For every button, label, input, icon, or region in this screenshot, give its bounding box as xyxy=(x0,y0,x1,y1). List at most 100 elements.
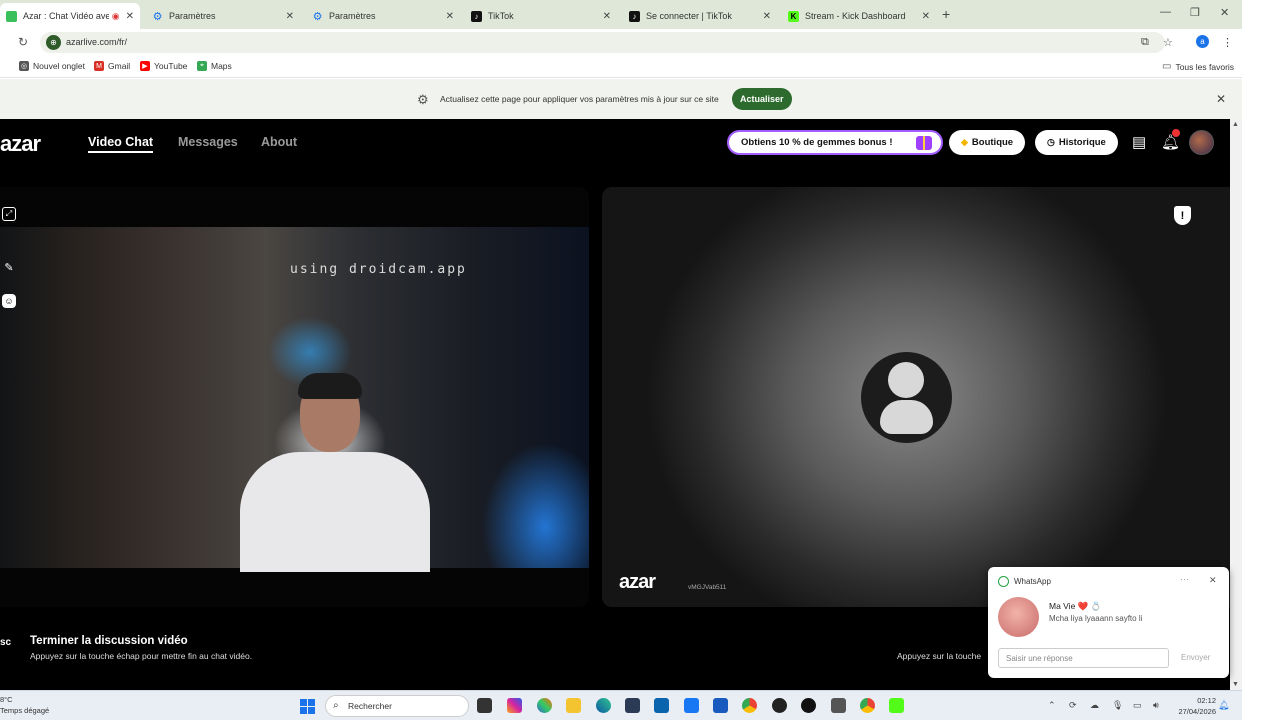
system-clock[interactable]: 02:12 27/04/2026 xyxy=(1172,695,1216,717)
close-icon[interactable]: ✕ xyxy=(763,11,771,22)
chrome-profile-icon[interactable] xyxy=(860,698,875,713)
send-button[interactable]: Envoyer xyxy=(1181,653,1210,662)
minimize-button[interactable]: — xyxy=(1160,6,1171,18)
scroll-down-icon[interactable]: ▼ xyxy=(1232,681,1239,688)
instagram-icon[interactable] xyxy=(507,698,522,713)
my-video-panel: ⤢ using droidcam.app ✎ ☺ xyxy=(0,187,589,607)
face-filter-icon[interactable]: ☺ xyxy=(2,294,16,308)
bookmark-gmail[interactable]: M Gmail xyxy=(94,61,130,71)
file-explorer-icon[interactable] xyxy=(566,698,581,713)
end-chat-subtitle: Appuyez sur la touche échap pour mettre … xyxy=(30,651,253,661)
close-icon[interactable]: ✕ xyxy=(1216,92,1226,106)
copilot-icon[interactable] xyxy=(537,698,552,713)
outlook-icon[interactable] xyxy=(654,698,669,713)
new-tab-button[interactable]: + xyxy=(942,6,950,22)
azar-logo[interactable]: azar xyxy=(0,131,41,157)
close-icon[interactable]: ✕ xyxy=(1209,575,1217,586)
my-camera-feed: using droidcam.app xyxy=(0,227,589,572)
store-icon[interactable] xyxy=(625,698,640,713)
bookmark-label: Tous les favoris xyxy=(1175,61,1235,72)
tab-azar[interactable]: Azar : Chat Vidéo avec de n ◉ ✕ xyxy=(0,3,140,29)
kick-app-icon[interactable] xyxy=(889,698,904,713)
partner-placeholder-avatar xyxy=(861,352,952,443)
whatsapp-notification[interactable]: WhatsApp ··· ✕ Ma Vie ❤️ 💍 Mcha liya lya… xyxy=(988,567,1229,678)
install-icon[interactable]: ⧉ xyxy=(1141,36,1149,49)
magic-wand-icon[interactable]: ✎ xyxy=(2,260,16,274)
bookmark-youtube[interactable]: ▶ YouTube xyxy=(140,61,187,71)
refresh-button[interactable]: Actualiser xyxy=(732,88,792,110)
profile-avatar[interactable]: a xyxy=(1196,35,1209,48)
bookmark-star-icon[interactable]: ☆ xyxy=(1163,36,1173,49)
notification-bell-icon[interactable]: 🔔︎ xyxy=(1218,700,1229,711)
chrome-icon[interactable] xyxy=(742,698,757,713)
gem-promo-button[interactable]: Obtiens 10 % de gemmes bonus ! xyxy=(727,130,943,155)
network-icon[interactable]: ▭ xyxy=(1133,700,1142,711)
nav-video-chat[interactable]: Video Chat xyxy=(88,135,154,153)
settings-icon[interactable] xyxy=(831,698,846,713)
all-bookmarks[interactable]: ▭ Tous les favoris xyxy=(1162,61,1234,72)
tab-kick[interactable]: K Stream - Kick Dashboard ✕ xyxy=(782,3,936,29)
report-shield-icon[interactable]: ! xyxy=(1174,206,1191,225)
history-label: Historique xyxy=(1058,137,1106,148)
reply-input[interactable]: Saisir une réponse xyxy=(998,648,1169,668)
close-icon[interactable]: ✕ xyxy=(126,11,134,22)
inbox-icon[interactable]: ▤ xyxy=(1132,133,1146,151)
bookmark-newtab[interactable]: ◎ Nouvel onglet xyxy=(19,61,85,71)
bookmark-label: Maps xyxy=(211,61,232,71)
search-placeholder: Rechercher xyxy=(348,701,392,711)
facebook-icon[interactable] xyxy=(684,698,699,713)
sender-name: Ma Vie ❤️ 💍 xyxy=(1049,601,1102,611)
tab-tiktok[interactable]: ♪ TikTok ✕ xyxy=(465,3,617,29)
history-button[interactable]: ◷ Historique xyxy=(1035,130,1118,155)
tray-chevron-icon[interactable]: ⌃ xyxy=(1048,700,1056,711)
avatar[interactable] xyxy=(1189,130,1214,155)
more-icon[interactable]: ··· xyxy=(1180,574,1189,584)
word-icon[interactable] xyxy=(713,698,728,713)
volume-icon[interactable]: 🔊︎ xyxy=(1153,700,1159,711)
camera-overlay-text: using droidcam.app xyxy=(290,262,467,277)
menu-icon[interactable]: ⋮ xyxy=(1222,36,1233,49)
end-chat-title: Terminer la discussion vidéo xyxy=(30,635,188,647)
obs-icon[interactable] xyxy=(801,698,816,713)
azar-watermark-logo: azar xyxy=(619,571,656,593)
expand-icon[interactable]: ⤢ xyxy=(2,207,16,221)
tray-app-icon[interactable]: ⟳ xyxy=(1069,700,1077,711)
person-body xyxy=(240,452,430,572)
close-icon[interactable]: ✕ xyxy=(922,11,930,22)
shop-button[interactable]: ◆ Boutique xyxy=(949,130,1026,155)
taskbar-search[interactable]: ⌕ Rechercher xyxy=(325,695,469,717)
microphone-icon[interactable]: 🎙︎ xyxy=(1112,700,1123,711)
close-icon[interactable]: ✕ xyxy=(446,11,454,22)
nav-about[interactable]: About xyxy=(261,135,297,149)
site-info-icon[interactable]: ⊕ xyxy=(46,35,61,50)
message-preview: Mcha liya lyaaann sayfto li xyxy=(1049,614,1143,623)
gem-icon: ◆ xyxy=(961,137,968,147)
promo-label: Obtiens 10 % de gemmes bonus ! xyxy=(741,137,893,148)
edge-icon[interactable] xyxy=(596,698,611,713)
youtube-icon: ▶ xyxy=(140,61,150,71)
cloud-icon[interactable]: ☁ xyxy=(1090,700,1099,711)
bookmarks-bar: ◎ Nouvel onglet M Gmail ▶ YouTube ⌖ Maps… xyxy=(0,56,1242,78)
bookmark-maps[interactable]: ⌖ Maps xyxy=(197,61,232,71)
partner-video-panel: ! azar vMGJVab511 xyxy=(602,187,1230,607)
weather-widget[interactable]: 8°C Temps dégagé xyxy=(0,694,49,716)
task-view-icon[interactable] xyxy=(477,698,492,713)
next-chat-hint: Appuyez sur la touche xyxy=(897,651,982,661)
page-scrollbar[interactable]: ▲ ▼ xyxy=(1230,119,1242,690)
escape-key-hint: sc xyxy=(0,637,12,648)
gmail-icon: M xyxy=(94,61,104,71)
media-player-icon[interactable] xyxy=(772,698,787,713)
tab-tiktok-login[interactable]: ♪ Se connecter | TikTok ✕ xyxy=(623,3,777,29)
start-button[interactable] xyxy=(300,699,315,714)
tab-settings-1[interactable]: ⚙ Paramètres ✕ xyxy=(146,3,300,29)
nav-messages[interactable]: Messages xyxy=(178,135,238,149)
reload-icon[interactable]: ↻ xyxy=(18,35,28,49)
tab-settings-2[interactable]: ⚙ Paramètres ✕ xyxy=(306,3,460,29)
close-icon[interactable]: ✕ xyxy=(286,11,294,22)
windows-taskbar: 8°C Temps dégagé ⌕ Rechercher ⌃ ⟳ ☁ 🎙︎ ▭… xyxy=(0,690,1242,720)
close-window-button[interactable]: ✕ xyxy=(1220,6,1229,19)
maximize-button[interactable]: ❐ xyxy=(1190,6,1200,19)
scroll-up-icon[interactable]: ▲ xyxy=(1232,121,1239,128)
close-icon[interactable]: ✕ xyxy=(603,11,611,22)
omnibox[interactable]: ⊕ azarlive.com/fr/ xyxy=(40,32,1165,53)
